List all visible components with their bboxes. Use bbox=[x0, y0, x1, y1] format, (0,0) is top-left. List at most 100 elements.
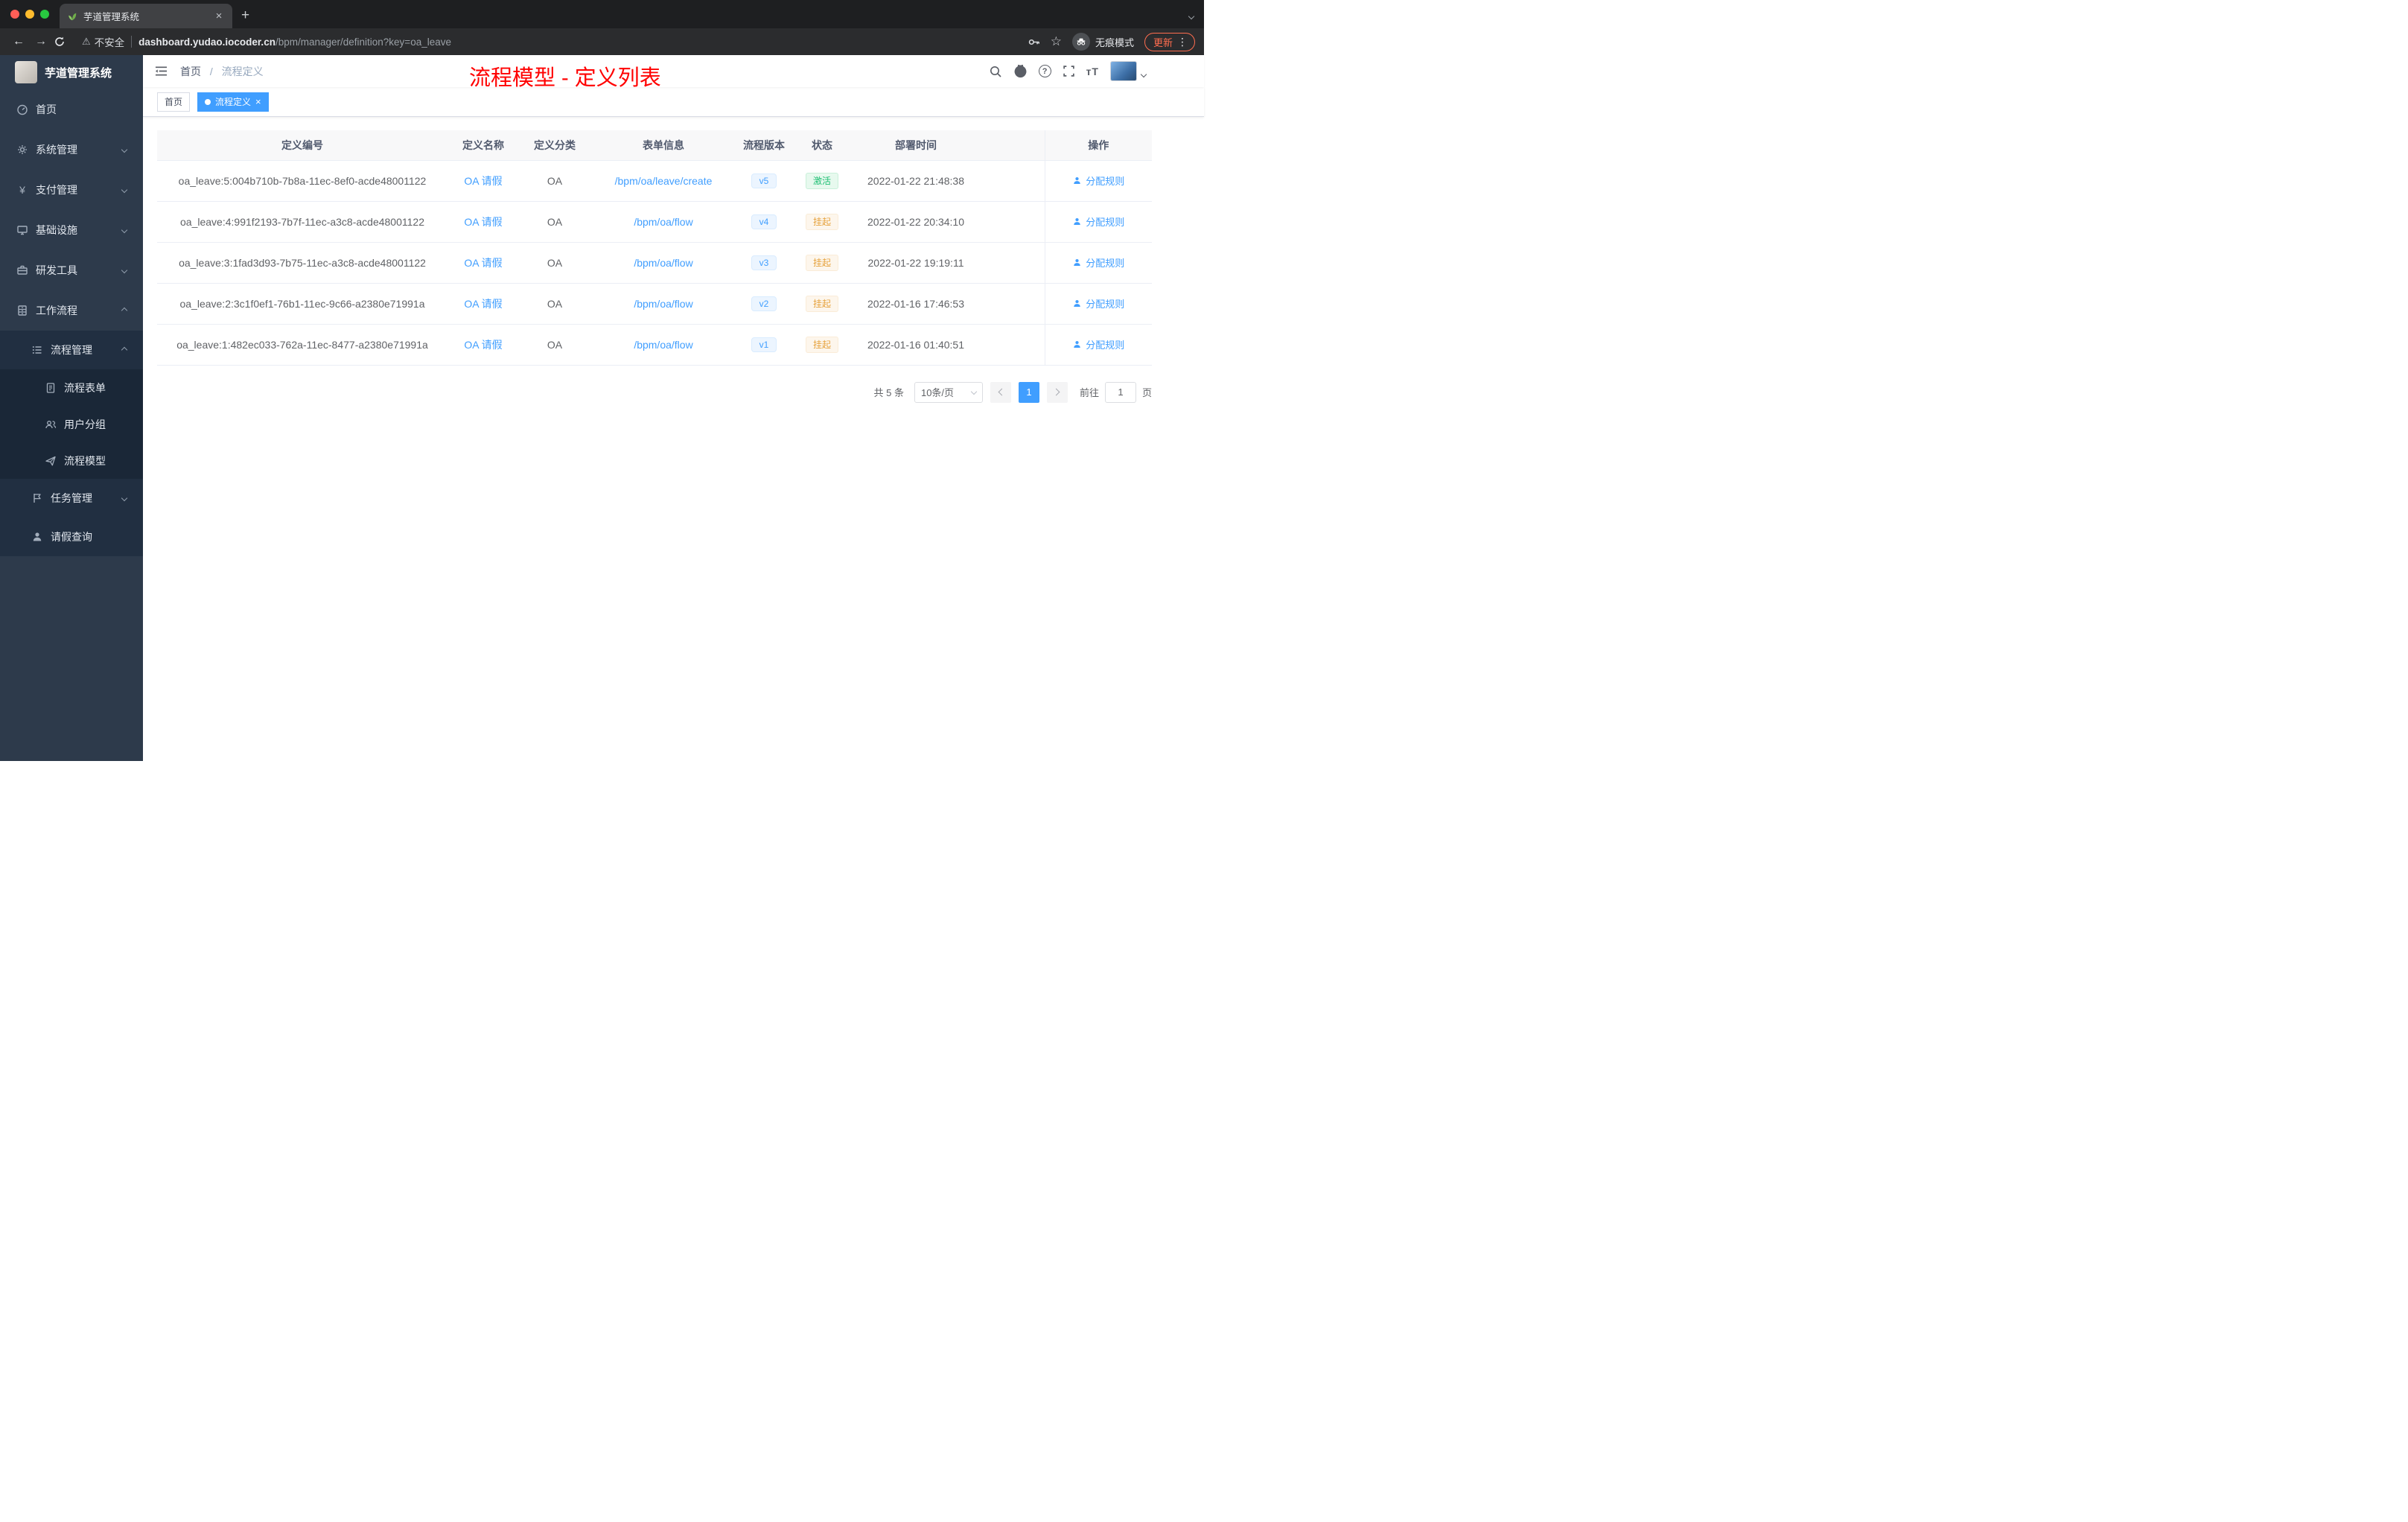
sidebar-item-workflow[interactable]: 工作流程 bbox=[0, 290, 143, 331]
window-controls bbox=[0, 0, 60, 28]
tag-home[interactable]: 首页 bbox=[157, 92, 191, 112]
hamburger-icon[interactable] bbox=[154, 65, 168, 77]
navbar-actions: ? тT bbox=[989, 61, 1147, 81]
browser-update-button[interactable]: 更新 ⋮ bbox=[1144, 32, 1195, 51]
password-key-icon[interactable] bbox=[1028, 36, 1040, 48]
bookmark-star-icon[interactable]: ☆ bbox=[1051, 34, 1062, 49]
assign-rule-label: 分配规则 bbox=[1086, 340, 1125, 351]
goto-page-input[interactable] bbox=[1104, 381, 1136, 403]
not-secure-warning-icon: ⚠ bbox=[82, 36, 91, 47]
tag-process-definition[interactable]: 流程定义 × bbox=[197, 92, 269, 112]
form-link[interactable]: /bpm/oa/flow bbox=[634, 216, 692, 228]
security-label[interactable]: 不安全 bbox=[95, 34, 125, 49]
goto-page: 前往 页 bbox=[1080, 381, 1152, 403]
font-size-icon[interactable]: тT bbox=[1086, 66, 1099, 77]
assign-rule-button[interactable]: 分配规则 bbox=[1072, 296, 1124, 311]
reload-icon[interactable] bbox=[54, 36, 73, 48]
table-header-row: 定义编号 定义名称 定义分类 表单信息 流程版本 状态 部署时间 操作 bbox=[157, 130, 1152, 161]
next-page-button[interactable] bbox=[1046, 381, 1068, 403]
cell-status: 挂起 bbox=[791, 324, 853, 366]
chevron-down-icon bbox=[1140, 71, 1147, 77]
github-icon[interactable] bbox=[1013, 64, 1028, 78]
forward-icon[interactable]: → bbox=[31, 35, 51, 48]
sidebar-logo[interactable]: 芋道管理系统 bbox=[0, 55, 143, 89]
assign-rule-button[interactable]: 分配规则 bbox=[1072, 255, 1124, 270]
back-icon[interactable]: ← bbox=[9, 35, 28, 48]
address-bar[interactable]: ⚠ 不安全 dashboard.yudao.iocoder.cn/bpm/man… bbox=[82, 34, 1028, 49]
sidebar-item-system[interactable]: 系统管理 bbox=[0, 130, 143, 170]
sidebar-item-devtools[interactable]: 研发工具 bbox=[0, 250, 143, 290]
cell-definition-id: oa_leave:4:991f2193-7b7f-11ec-a3c8-acde4… bbox=[157, 201, 447, 243]
sidebar-item-leave-query[interactable]: 请假查询 bbox=[0, 518, 143, 556]
document-icon bbox=[45, 382, 57, 394]
form-link[interactable]: /bpm/oa/flow bbox=[634, 298, 692, 310]
version-badge: v5 bbox=[751, 173, 777, 188]
current-page-button[interactable]: 1 bbox=[1018, 381, 1039, 403]
url-path[interactable]: /bpm/manager/definition?key=oa_leave bbox=[275, 36, 451, 48]
tab-close-icon[interactable]: × bbox=[213, 10, 225, 22]
assign-rule-button[interactable]: 分配规则 bbox=[1072, 337, 1124, 351]
sidebar-item-home[interactable]: 首页 bbox=[0, 89, 143, 130]
window-zoom-button[interactable] bbox=[40, 10, 49, 19]
col-header-category: 定义分类 bbox=[519, 130, 590, 161]
help-icon[interactable]: ? bbox=[1038, 65, 1051, 77]
form-link[interactable]: /bpm/oa/leave/create bbox=[615, 175, 713, 187]
sidebar-item-label: 任务管理 bbox=[51, 492, 92, 504]
definition-name-link[interactable]: OA 请假 bbox=[464, 216, 502, 228]
sidebar-item-task-management[interactable]: 任务管理 bbox=[0, 479, 143, 518]
sidebar-item-payment[interactable]: ¥ 支付管理 bbox=[0, 170, 143, 210]
sidebar-item-process-model[interactable]: 流程模型 bbox=[0, 442, 143, 479]
cell-form: /bpm/oa/leave/create bbox=[590, 160, 736, 202]
definition-name-link[interactable]: OA 请假 bbox=[464, 257, 502, 269]
cell-form: /bpm/oa/flow bbox=[590, 201, 736, 243]
browser-toolbar: ← → ⚠ 不安全 dashboard.yudao.iocoder.cn/bpm… bbox=[0, 28, 1204, 55]
cell-definition-id: oa_leave:2:3c1f0ef1-76b1-11ec-9c66-a2380… bbox=[157, 283, 447, 325]
sidebar-item-user-group[interactable]: 用户分组 bbox=[0, 406, 143, 442]
new-tab-button[interactable]: + bbox=[241, 7, 249, 24]
cell-spacer bbox=[979, 324, 1045, 366]
window-minimize-button[interactable] bbox=[25, 10, 34, 19]
form-link[interactable]: /bpm/oa/flow bbox=[634, 257, 692, 269]
sidebar-item-infrastructure[interactable]: 基础设施 bbox=[0, 210, 143, 250]
browser-tab[interactable]: 芋道管理系统 × bbox=[60, 4, 232, 28]
window-close-button[interactable] bbox=[10, 10, 19, 19]
status-badge: 挂起 bbox=[805, 213, 838, 230]
list-icon bbox=[31, 344, 43, 356]
tab-search-chevron-icon[interactable] bbox=[1188, 9, 1195, 21]
browser-menu-icon[interactable]: ⋮ bbox=[1177, 36, 1188, 48]
assign-rule-button[interactable]: 分配规则 bbox=[1072, 173, 1124, 188]
logo-avatar bbox=[15, 61, 37, 83]
page-size-value: 10条/页 bbox=[920, 387, 955, 398]
cell-deploy-time: 2022-01-16 01:40:51 bbox=[853, 324, 979, 366]
toolbar-right: ☆ 无痕模式 更新 ⋮ bbox=[1028, 32, 1195, 51]
cell-spacer bbox=[979, 160, 1045, 202]
breadcrumb-home[interactable]: 首页 bbox=[180, 66, 201, 77]
cell-definition-name: OA 请假 bbox=[447, 324, 519, 366]
fullscreen-icon[interactable] bbox=[1063, 65, 1075, 77]
avatar[interactable] bbox=[1110, 61, 1137, 81]
cell-definition-name: OA 请假 bbox=[447, 242, 519, 284]
prev-page-button[interactable] bbox=[990, 381, 1011, 403]
definition-name-link[interactable]: OA 请假 bbox=[464, 175, 502, 187]
tag-close-icon[interactable]: × bbox=[255, 97, 261, 106]
cell-operations: 分配规则 bbox=[1044, 242, 1152, 284]
col-header-version: 流程版本 bbox=[736, 130, 791, 161]
sidebar-item-process-form[interactable]: 流程表单 bbox=[0, 369, 143, 406]
cell-operations: 分配规则 bbox=[1044, 324, 1152, 366]
sidebar-item-label: 支付管理 bbox=[36, 184, 77, 196]
definition-name-link[interactable]: OA 请假 bbox=[464, 298, 502, 310]
search-icon[interactable] bbox=[989, 65, 1002, 78]
user-menu[interactable] bbox=[1110, 61, 1147, 81]
definition-name-link[interactable]: OA 请假 bbox=[464, 339, 502, 351]
assign-rule-button[interactable]: 分配规则 bbox=[1072, 214, 1124, 229]
cell-version: v3 bbox=[736, 242, 791, 284]
url-domain[interactable]: dashboard.yudao.iocoder.cn bbox=[138, 36, 275, 48]
sidebar-item-label: 流程管理 bbox=[51, 344, 92, 356]
page-size-select[interactable]: 10条/页 bbox=[914, 381, 983, 403]
version-badge: v1 bbox=[751, 337, 777, 352]
sidebar-item-process-management[interactable]: 流程管理 bbox=[0, 331, 143, 369]
sidebar: 芋道管理系统 首页 系统管理 ¥ 支付管理 基础设施 研发工具 工作流程 流程管… bbox=[0, 55, 143, 761]
form-link[interactable]: /bpm/oa/flow bbox=[634, 339, 692, 351]
update-label: 更新 bbox=[1153, 36, 1173, 48]
sidebar-item-label: 流程模型 bbox=[64, 454, 106, 467]
